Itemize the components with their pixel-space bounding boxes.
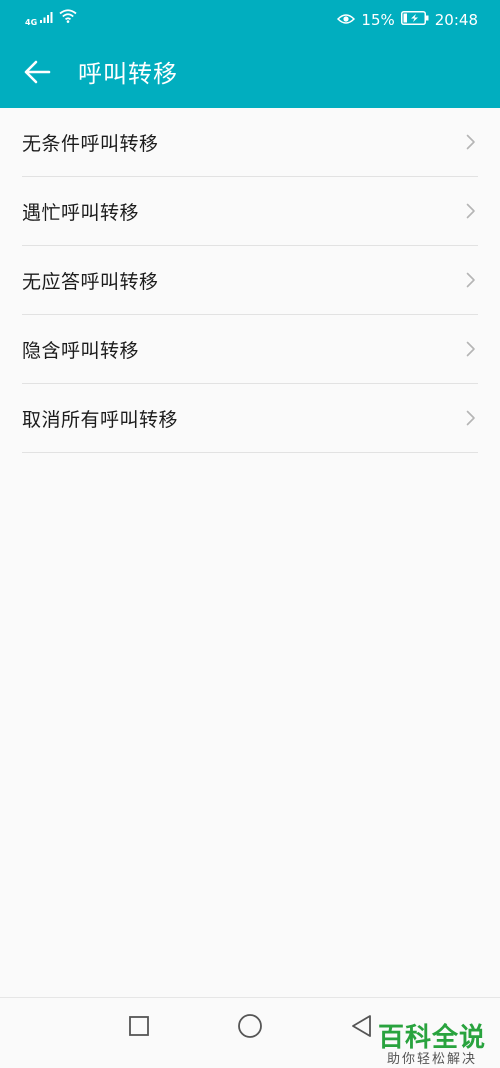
nav-back-button[interactable] [348, 1015, 374, 1041]
call-forwarding-list: 无条件呼叫转移 遇忙呼叫转移 无应答呼叫转移 隐含呼叫转移 取消所有呼叫转移 [0, 108, 500, 453]
list-item-label: 取消所有呼叫转移 [22, 408, 179, 431]
watermark-subtitle: 助你轻松解决 [386, 1052, 477, 1067]
list-item-label: 无应答呼叫转移 [22, 270, 159, 293]
circle-icon [237, 1013, 263, 1043]
recents-button[interactable] [126, 1015, 152, 1041]
list-item-label: 遇忙呼叫转移 [22, 201, 140, 224]
eye-comfort-icon [337, 11, 356, 29]
list-item-cancel-all-forwarding[interactable]: 取消所有呼叫转移 [22, 384, 478, 453]
chevron-right-icon [466, 410, 476, 430]
app-bar: 呼叫转移 [0, 40, 500, 108]
home-button[interactable] [237, 1013, 263, 1043]
square-icon [128, 1015, 150, 1041]
list-item-label: 无条件呼叫转移 [22, 132, 159, 155]
chevron-right-icon [466, 341, 476, 361]
list-item-label: 隐含呼叫转移 [22, 339, 140, 362]
arrow-left-icon [23, 60, 51, 88]
status-left: 4G [25, 9, 77, 27]
battery-charging-icon [400, 11, 429, 29]
chevron-right-icon [466, 203, 476, 223]
wifi-icon [59, 9, 77, 27]
chevron-right-icon [466, 272, 476, 292]
back-button[interactable] [14, 54, 60, 94]
list-item-implicit-forwarding[interactable]: 隐含呼叫转移 [22, 315, 478, 384]
watermark-title: 百科全说 [377, 1023, 486, 1053]
network-type-label: 4G [25, 18, 38, 27]
battery-percent: 15% [361, 11, 395, 29]
chevron-right-icon [466, 134, 476, 154]
watermark: 百科全说 助你轻松解决 [378, 1024, 486, 1068]
clock: 20:48 [434, 11, 478, 29]
list-item-busy-forwarding[interactable]: 遇忙呼叫转移 [22, 177, 478, 246]
status-bar: 4G 15% 20:48 [0, 0, 500, 40]
list-item-unconditional-forwarding[interactable]: 无条件呼叫转移 [22, 108, 478, 177]
list-item-no-answer-forwarding[interactable]: 无应答呼叫转移 [22, 246, 478, 315]
page-title: 呼叫转移 [78, 60, 178, 88]
triangle-back-icon [350, 1014, 372, 1042]
status-right: 15% 20:48 [337, 11, 478, 29]
signal-icon [40, 9, 54, 27]
